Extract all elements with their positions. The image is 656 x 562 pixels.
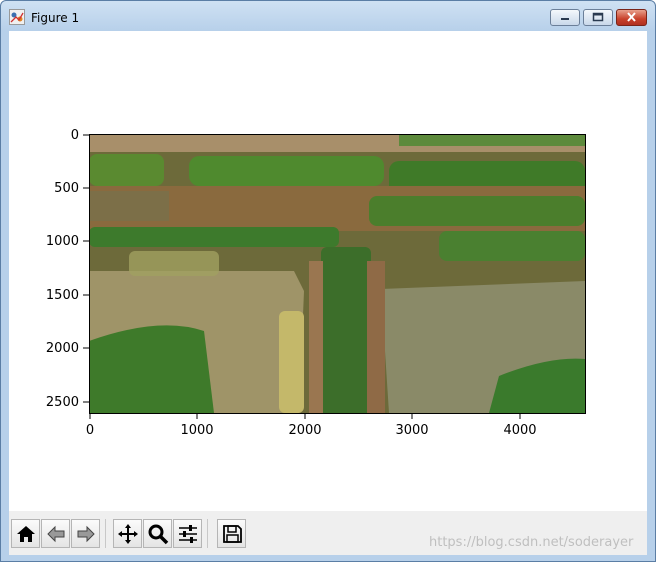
pan-icon [118, 524, 138, 544]
y-axis: 0 500 1000 1500 2000 2500 [46, 128, 89, 410]
zoom-button[interactable] [143, 519, 172, 548]
window-title: Figure 1 [31, 11, 80, 25]
title-bar[interactable]: Figure 1 [1, 1, 655, 31]
close-icon [627, 12, 636, 22]
maximize-button[interactable] [583, 9, 613, 26]
aerial-image [89, 134, 585, 413]
watermark-text: https://blog.csdn.net/soderayer [429, 535, 634, 550]
figure-app-icon [9, 9, 25, 25]
y-tick-label: 2000 [46, 341, 79, 356]
y-tick-label: 1000 [46, 234, 79, 249]
x-axis: 0 1000 2000 3000 4000 [86, 413, 537, 438]
navigation-toolbar: https://blog.csdn.net/soderayer [9, 511, 647, 555]
y-tick-label: 1500 [46, 288, 79, 303]
y-tick-label: 2500 [46, 395, 79, 410]
restore-icon [592, 12, 604, 22]
save-icon [223, 525, 242, 543]
minimize-icon [561, 18, 569, 20]
axes-svg: 0 500 1000 1500 2000 2500 0 1000 2000 30… [46, 128, 586, 438]
y-tick-label: 0 [71, 128, 79, 143]
save-button[interactable] [217, 519, 246, 548]
back-icon [47, 525, 65, 543]
x-tick-label: 0 [86, 423, 94, 438]
x-tick-label: 1000 [180, 423, 213, 438]
configure-subplots-icon [179, 525, 197, 543]
back-button[interactable] [41, 519, 70, 548]
x-tick-label: 3000 [395, 423, 428, 438]
forward-button[interactable] [71, 519, 100, 548]
forward-icon [77, 525, 95, 543]
figure-canvas[interactable]: 0 500 1000 1500 2000 2500 0 1000 2000 30… [9, 31, 647, 511]
figure-client-area: 0 500 1000 1500 2000 2500 0 1000 2000 30… [9, 31, 647, 555]
close-button[interactable] [616, 9, 647, 26]
toolbar-separator [207, 519, 208, 548]
x-tick-label: 2000 [288, 423, 321, 438]
pan-button[interactable] [113, 519, 142, 548]
y-tick-label: 500 [54, 181, 79, 196]
toolbar-separator [105, 519, 106, 548]
x-tick-label: 4000 [503, 423, 536, 438]
home-icon [17, 526, 35, 542]
zoom-icon [148, 524, 169, 545]
home-button[interactable] [11, 519, 40, 548]
figure-window: Figure 1 0 500 1000 1500 2000 2500 0 100… [0, 0, 656, 562]
configure-subplots-button[interactable] [173, 519, 202, 548]
minimize-button[interactable] [550, 9, 580, 26]
